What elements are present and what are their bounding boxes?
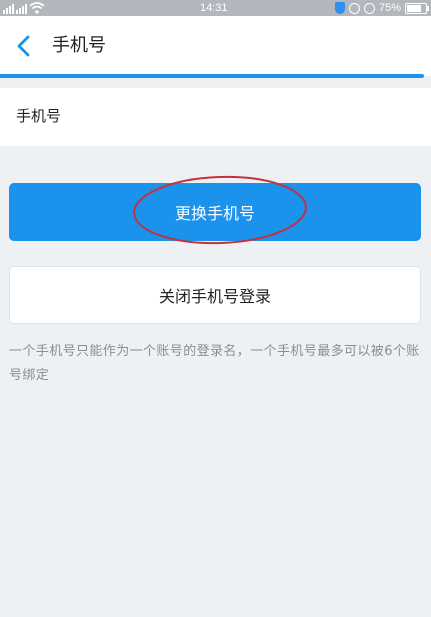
battery-percent: 75% [378,2,401,14]
sync-icon [348,2,360,14]
back-button[interactable] [8,30,40,62]
status-left [3,1,45,15]
phone-number-row[interactable]: 手机号 [0,88,431,146]
signal-1-icon [3,3,14,14]
status-bar: 14:31 75% [0,0,431,16]
status-right: 75% [334,1,429,15]
phone-row-label: 手机号 [16,107,62,125]
chevron-left-icon [17,35,30,57]
signal-2-icon [16,3,27,14]
page-title: 手机号 [52,35,106,56]
battery-icon [405,2,429,14]
status-time: 14:31 [200,2,228,14]
wifi-icon [29,2,45,14]
close-phone-login-label: 关闭手机号登录 [158,287,271,306]
binding-hint-text: 一个手机号只能作为一个账号的登录名，一个手机号最多可以被6个账号绑定 [9,344,420,383]
header-accent-bar [0,74,424,78]
close-phone-login-button[interactable]: 关闭手机号登录 [9,266,421,324]
shield-icon [334,2,345,14]
nav-bar: 手机号 [0,16,431,76]
change-phone-button[interactable]: 更换手机号 [9,183,421,241]
change-phone-label: 更换手机号 [174,204,255,223]
alarm-icon [363,2,375,14]
